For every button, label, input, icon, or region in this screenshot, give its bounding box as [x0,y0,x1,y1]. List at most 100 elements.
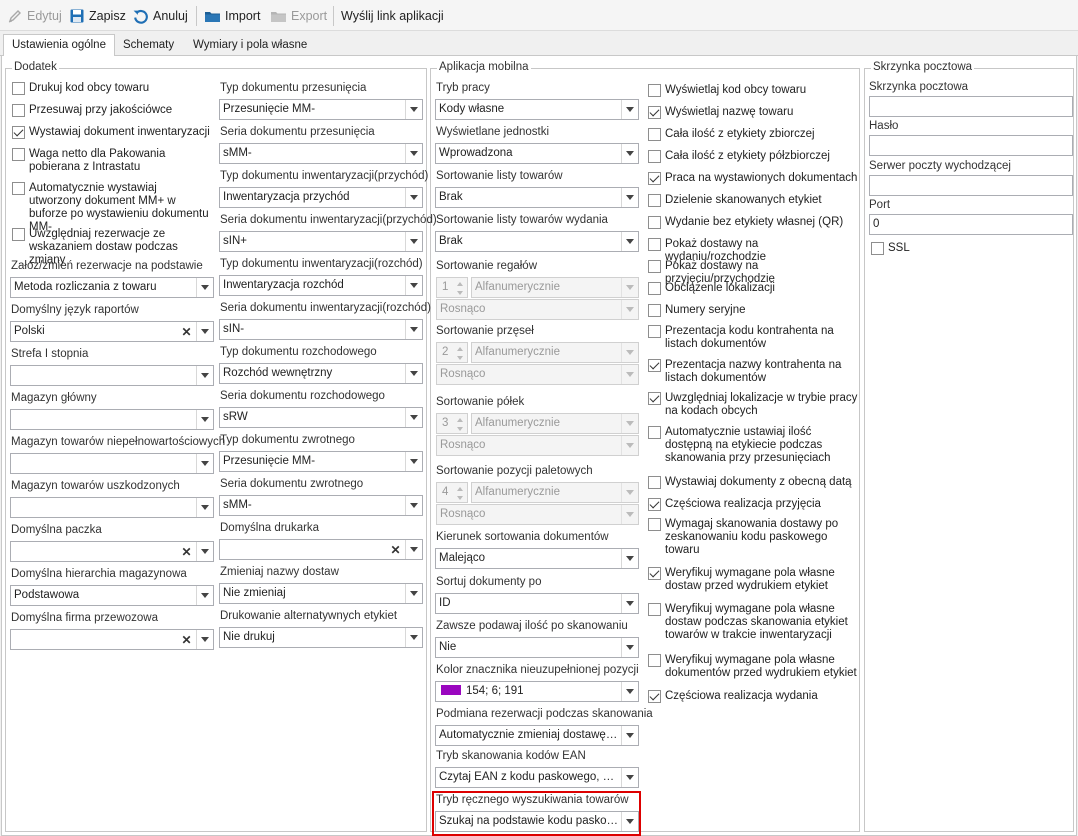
mobile-checkbox-18[interactable]: Weryfikuj wymagane pola własne dostaw pr… [648,567,860,593]
chevron-down-icon[interactable] [196,322,213,341]
chevron-down-icon[interactable] [621,638,638,657]
checkbox-box[interactable] [648,106,661,119]
chevron-down-icon[interactable] [405,276,422,295]
chevron-down-icon[interactable] [621,483,638,502]
dodatek-right-combo-11[interactable]: Nie zmieniaj [219,583,423,604]
checkbox-box[interactable] [12,126,25,139]
chevron-down-icon[interactable] [196,630,213,649]
chevron-down-icon[interactable] [196,542,213,561]
dodatek-checkbox-1[interactable]: Przesuwaj przy jakościówce [12,104,212,117]
sort-direction-combo-3[interactable]: Rosnąco [436,504,639,525]
dodatek-left-combo-1[interactable]: Polski ✕ [10,321,214,342]
chevron-down-icon[interactable] [405,452,422,471]
checkbox-box[interactable] [648,84,661,97]
dodatek-right-combo-10[interactable]: ✕ [219,539,423,560]
edit-button[interactable]: Edytuj [7,6,62,26]
mobile-checkbox-6[interactable]: Wydanie bez etykiety własnej (QR) [648,216,860,229]
checkbox-box[interactable] [648,216,661,229]
chevron-down-icon[interactable] [621,768,638,787]
mobile-checkbox-16[interactable]: Częściowa realizacja przyjęcia [648,498,860,511]
chevron-down-icon[interactable] [405,364,422,383]
mailbox-input-1[interactable] [869,135,1073,156]
chevron-down-icon[interactable] [196,498,213,517]
checkbox-box[interactable] [648,150,661,163]
chevron-down-icon[interactable] [621,549,638,568]
mobile-checkbox-11[interactable]: Prezentacja kodu kontrahenta na listach … [648,325,860,351]
checkbox-box[interactable] [648,690,661,703]
tab-dimensions-custom-fields[interactable]: Wymiary i pola własne [184,34,316,56]
mobile-checkbox-21[interactable]: Częściowa realizacja wydania [648,690,860,703]
dodatek-right-combo-7[interactable]: sRW [219,407,423,428]
mailbox-input-3[interactable]: 0 [869,214,1073,235]
chevron-down-icon[interactable] [405,232,422,251]
mobile-checkbox-19[interactable]: Weryfikuj wymagane pola własne dostaw po… [648,603,860,642]
mobile-checkbox-12[interactable]: Prezentacja nazwy kontrahenta na listach… [648,359,860,385]
checkbox-box[interactable] [648,426,661,439]
save-button[interactable]: Zapisz [69,6,126,26]
dodatek-right-combo-4[interactable]: Inwentaryzacja rozchód [219,275,423,296]
mobile-bottom-combo-2[interactable]: Nie [435,637,639,658]
chevron-down-icon[interactable] [405,496,422,515]
mobile-checkbox-3[interactable]: Cała ilość z etykiety półzbiorczej [648,150,860,163]
checkbox-box[interactable] [648,128,661,141]
chevron-down-icon[interactable] [621,436,638,455]
dodatek-left-combo-4[interactable] [10,453,214,474]
dodatek-left-combo-8[interactable]: ✕ [10,629,214,650]
mobile-checkbox-20[interactable]: Weryfikuj wymagane pola własne dokumentó… [648,654,860,680]
checkbox-box[interactable] [648,238,661,251]
chevron-down-icon[interactable] [196,410,213,429]
mailbox-input-2[interactable] [869,175,1073,196]
chevron-down-icon[interactable] [621,144,638,163]
checkbox-box[interactable] [12,228,25,241]
dodatek-right-combo-0[interactable]: Przesunięcie MM- [219,99,423,120]
checkbox-box[interactable] [648,172,661,185]
mobile-bottom-combo-4[interactable]: Automatycznie zmieniaj dostawę po... [435,725,639,746]
checkbox-box[interactable] [648,194,661,207]
mobile-checkbox-13[interactable]: Uwzględniaj lokalizacje w trybie pracy n… [648,392,860,418]
chevron-down-icon[interactable] [405,100,422,119]
mobile-bottom-combo-1[interactable]: ID [435,593,639,614]
clear-icon[interactable]: ✕ [387,540,404,559]
cancel-button[interactable]: Anuluj [132,6,188,26]
checkbox-box[interactable] [648,603,661,616]
clear-icon[interactable]: ✕ [178,322,195,341]
chevron-down-icon[interactable] [196,454,213,473]
dodatek-left-combo-0[interactable]: Metoda rozliczania z towaru [10,277,214,298]
checkbox-box[interactable] [648,392,661,405]
mobile-checkbox-0[interactable]: Wyświetlaj kod obcy towaru [648,84,860,97]
checkbox-box[interactable] [871,242,884,255]
dodatek-right-combo-1[interactable]: sMM- [219,143,423,164]
mobile-checkbox-1[interactable]: Wyświetlaj nazwę towaru [648,106,860,119]
dodatek-checkbox-0[interactable]: Drukuj kod obcy towaru [12,82,212,95]
chevron-down-icon[interactable] [621,505,638,524]
checkbox-box[interactable] [648,518,661,531]
mobile-checkbox-17[interactable]: Wymagaj skanowania dostawy po zeskanowan… [648,518,860,557]
checkbox-box[interactable] [12,104,25,117]
chevron-down-icon[interactable] [196,278,213,297]
chevron-down-icon[interactable] [621,300,638,319]
chevron-down-icon[interactable] [405,144,422,163]
dodatek-left-combo-5[interactable] [10,497,214,518]
mobile-combo-3[interactable]: Brak [435,231,639,252]
tab-general-settings[interactable]: Ustawienia ogólne [3,34,115,57]
chevron-down-icon[interactable] [405,408,422,427]
export-button[interactable]: Export [270,6,327,26]
mobile-bottom-combo-0[interactable]: Malejąco [435,548,639,569]
checkbox-box[interactable] [12,82,25,95]
mailbox-input-0[interactable] [869,96,1073,117]
chevron-down-icon[interactable] [621,278,638,297]
chevron-down-icon[interactable] [405,320,422,339]
dodatek-left-combo-6[interactable]: ✕ [10,541,214,562]
checkbox-box[interactable] [12,148,25,161]
chevron-down-icon[interactable] [621,414,638,433]
checkbox-box[interactable] [648,260,661,273]
dodatek-right-combo-9[interactable]: sMM- [219,495,423,516]
mobile-combo-1[interactable]: Wprowadzona [435,143,639,164]
sort-mode-combo-2[interactable]: Alfanumerycznie [471,413,639,434]
checkbox-box[interactable] [12,182,25,195]
checkbox-box[interactable] [648,325,661,338]
dodatek-left-combo-7[interactable]: Podstawowa [10,585,214,606]
dodatek-left-combo-2[interactable] [10,365,214,386]
ssl-checkbox[interactable]: SSL [871,242,971,255]
dodatek-right-combo-8[interactable]: Przesunięcie MM- [219,451,423,472]
